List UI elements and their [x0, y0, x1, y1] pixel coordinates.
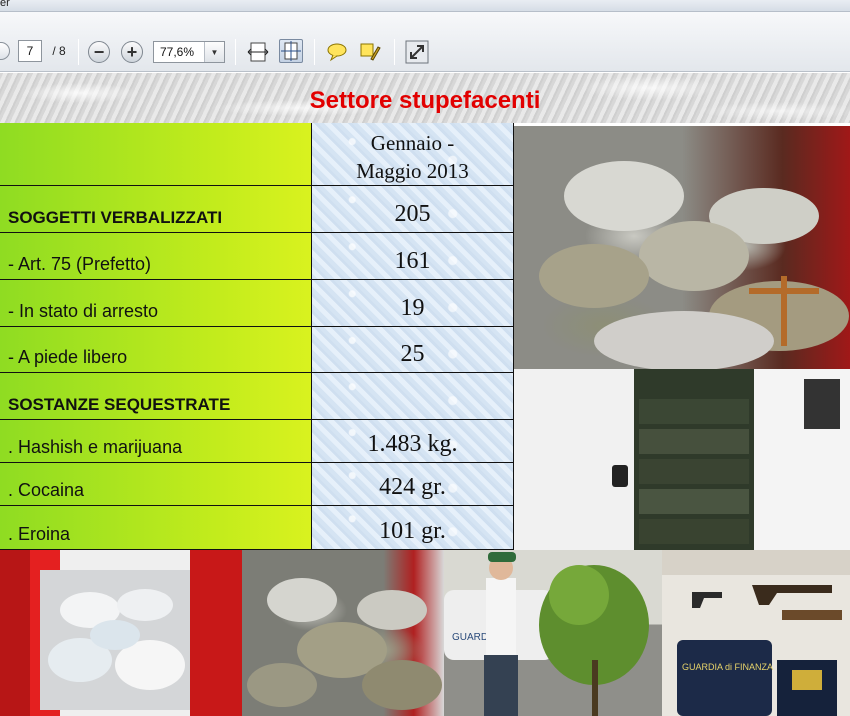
row-value: 19: [400, 295, 425, 321]
toolbar-separator: [314, 39, 315, 65]
row-label: SOSTANZE SEQUESTRATE: [8, 395, 231, 414]
row-label: SOGGETTI VERBALIZZATI: [8, 208, 223, 227]
pdf-toolbar: 7 / 8 − + 77,6% ▼: [0, 12, 850, 72]
photo-van-bags: [0, 550, 242, 716]
table-row: - Art. 75 (Prefetto) 161: [0, 233, 514, 280]
zoom-in-icon: +: [126, 42, 138, 62]
fit-page-button[interactable]: [279, 39, 303, 63]
row-value: 424 gr.: [379, 474, 446, 500]
stats-table: Gennaio - Maggio 2013 SOGGETTI VERBALIZZ…: [0, 123, 514, 603]
photo-seized-weapons: GUARDIA di FINANZA: [662, 550, 850, 716]
slide-title: Settore stupefacenti: [309, 87, 541, 114]
row-label: - Art. 75 (Prefetto): [8, 254, 152, 274]
zoom-out-icon: −: [93, 42, 105, 62]
photo-seized-packages: [514, 126, 850, 369]
row-label: . Eroina: [8, 524, 71, 544]
row-value: 1.483 kg.: [367, 431, 458, 457]
pdf-page: Settore stupefacenti Gennaio - Maggio 20…: [0, 73, 850, 716]
row-label: . Hashish e marijuana: [8, 437, 183, 457]
toolbar-separator: [235, 39, 236, 65]
zoom-select[interactable]: 77,6% ▼: [153, 41, 225, 63]
zoom-value: 77,6%: [160, 45, 195, 59]
row-value: 205: [394, 201, 431, 227]
period-header: Gennaio - Maggio 2013: [356, 131, 469, 183]
row-value: 25: [400, 341, 425, 367]
fullscreen-icon: [405, 40, 429, 64]
highlight-icon: [360, 43, 381, 61]
table-row: . Eroina 101 gr.: [0, 506, 514, 550]
table-row: SOSTANZE SEQUESTRATE: [0, 373, 514, 420]
row-value: 101 gr.: [379, 518, 446, 544]
fit-width-icon: [247, 42, 269, 62]
prev-page-icon[interactable]: [0, 42, 10, 60]
table-row: - A piede libero 25: [0, 327, 514, 373]
photo-packages: [242, 550, 444, 716]
table-row: . Hashish e marijuana 1.483 kg.: [0, 420, 514, 463]
row-label: - In stato di arresto: [8, 301, 159, 321]
page-total: / 8: [52, 44, 66, 58]
toolbar-separator: [78, 39, 79, 65]
table-row: - In stato di arresto 19: [0, 280, 514, 327]
photo-officer-plant: GUARDIA: [444, 550, 662, 716]
zoom-in-button[interactable]: +: [121, 41, 143, 63]
page-number-value: 7: [26, 44, 34, 58]
chevron-down-icon[interactable]: ▼: [204, 42, 224, 62]
row-label: . Cocaina: [8, 480, 85, 500]
table-row: . Cocaina 424 gr.: [0, 463, 514, 506]
row-value: 161: [394, 248, 431, 274]
fullscreen-button[interactable]: [405, 40, 429, 64]
page-number-input[interactable]: 7: [18, 40, 42, 62]
gdf-lettering: GUARDIA di FINANZA: [682, 662, 773, 672]
photo-van-packages: [514, 369, 850, 550]
table-header-row: Gennaio - Maggio 2013: [0, 123, 514, 186]
window-title-strip: er: [0, 0, 850, 12]
window-title: er: [0, 0, 10, 9]
table-row: SOGGETTI VERBALIZZATI 205: [0, 186, 514, 233]
fit-page-icon: [281, 41, 301, 61]
comment-icon: [327, 43, 347, 62]
comment-button[interactable]: [325, 40, 349, 64]
highlight-button[interactable]: [358, 40, 382, 64]
zoom-out-button[interactable]: −: [88, 41, 110, 63]
row-label: - A piede libero: [8, 347, 128, 367]
toolbar-separator: [394, 39, 395, 65]
fit-width-button[interactable]: [246, 40, 270, 64]
